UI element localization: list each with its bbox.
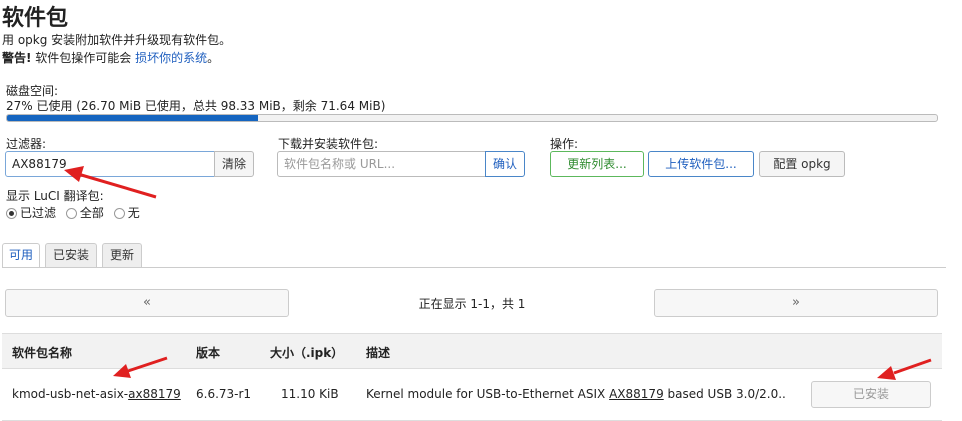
row-version: 6.6.73-r1 — [196, 387, 252, 401]
row-size: 11.10 KiB — [281, 387, 339, 401]
tab-available[interactable]: 可用 — [2, 243, 40, 268]
install-confirm-button[interactable]: 确认 — [485, 151, 525, 177]
row-package-name: kmod-usb-net-asix-ax88179 — [12, 387, 181, 401]
col-version: 版本 — [196, 346, 221, 360]
disk-usage-fill — [7, 115, 259, 121]
radio-all-circle[interactable] — [65, 208, 77, 219]
radio-filtered-circle[interactable] — [6, 208, 17, 219]
warning-label: 警告! — [2, 51, 32, 65]
radio-none-circle[interactable] — [113, 208, 125, 219]
translation-options: 已过滤 全部 无 — [6, 204, 140, 221]
update-lists-button[interactable]: 更新列表... — [550, 151, 644, 177]
tab-installed[interactable]: 已安装 — [45, 243, 97, 267]
configure-opkg-button[interactable]: 配置 opkg — [759, 151, 845, 177]
table-header — [2, 333, 942, 369]
page-description: 用 opkg 安装附加软件并升级现有软件包。 — [2, 33, 232, 47]
package-name-input[interactable]: 软件包名称或 URL... — [277, 151, 486, 177]
filter-label: 过滤器: — [6, 137, 47, 151]
col-size: 大小（.ipk） — [270, 346, 344, 360]
damage-system-link[interactable]: 损坏你的系统 — [135, 51, 207, 65]
radio-all[interactable]: 全部 — [65, 206, 104, 220]
prev-page-button[interactable]: « — [5, 289, 289, 317]
next-page-button[interactable]: » — [654, 289, 938, 317]
tab-updates[interactable]: 更新 — [102, 243, 142, 267]
translation-label: 显示 LuCI 翻译包: — [6, 189, 104, 203]
radio-filtered[interactable]: 已过滤 — [6, 206, 56, 220]
download-label: 下载并安装软件包: — [278, 137, 379, 151]
col-package-name: 软件包名称 — [12, 346, 73, 360]
page-title: 软件包 — [2, 6, 69, 31]
upload-package-button[interactable]: 上传软件包... — [648, 151, 754, 177]
actions-label: 操作: — [550, 137, 579, 151]
row-description: Kernel module for USB-to-Ethernet ASIX A… — [366, 387, 786, 401]
radio-none[interactable]: 无 — [113, 206, 140, 220]
tab-divider — [2, 267, 946, 268]
warning-line: 警告! 软件包操作可能会 损坏你的系统。 — [2, 51, 220, 65]
disk-usage-bar — [6, 114, 938, 122]
installed-button[interactable]: 已安装 — [811, 381, 931, 408]
pager-status: 正在显示 1-1，共 1 — [418, 297, 526, 311]
clear-filter-button[interactable]: 清除 — [214, 151, 254, 177]
col-description: 描述 — [366, 346, 391, 360]
disk-usage-text: 27% 已使用 (26.70 MiB 已使用，总共 98.33 MiB，剩余 7… — [6, 99, 386, 113]
filter-input[interactable]: AX88179 — [5, 151, 215, 177]
